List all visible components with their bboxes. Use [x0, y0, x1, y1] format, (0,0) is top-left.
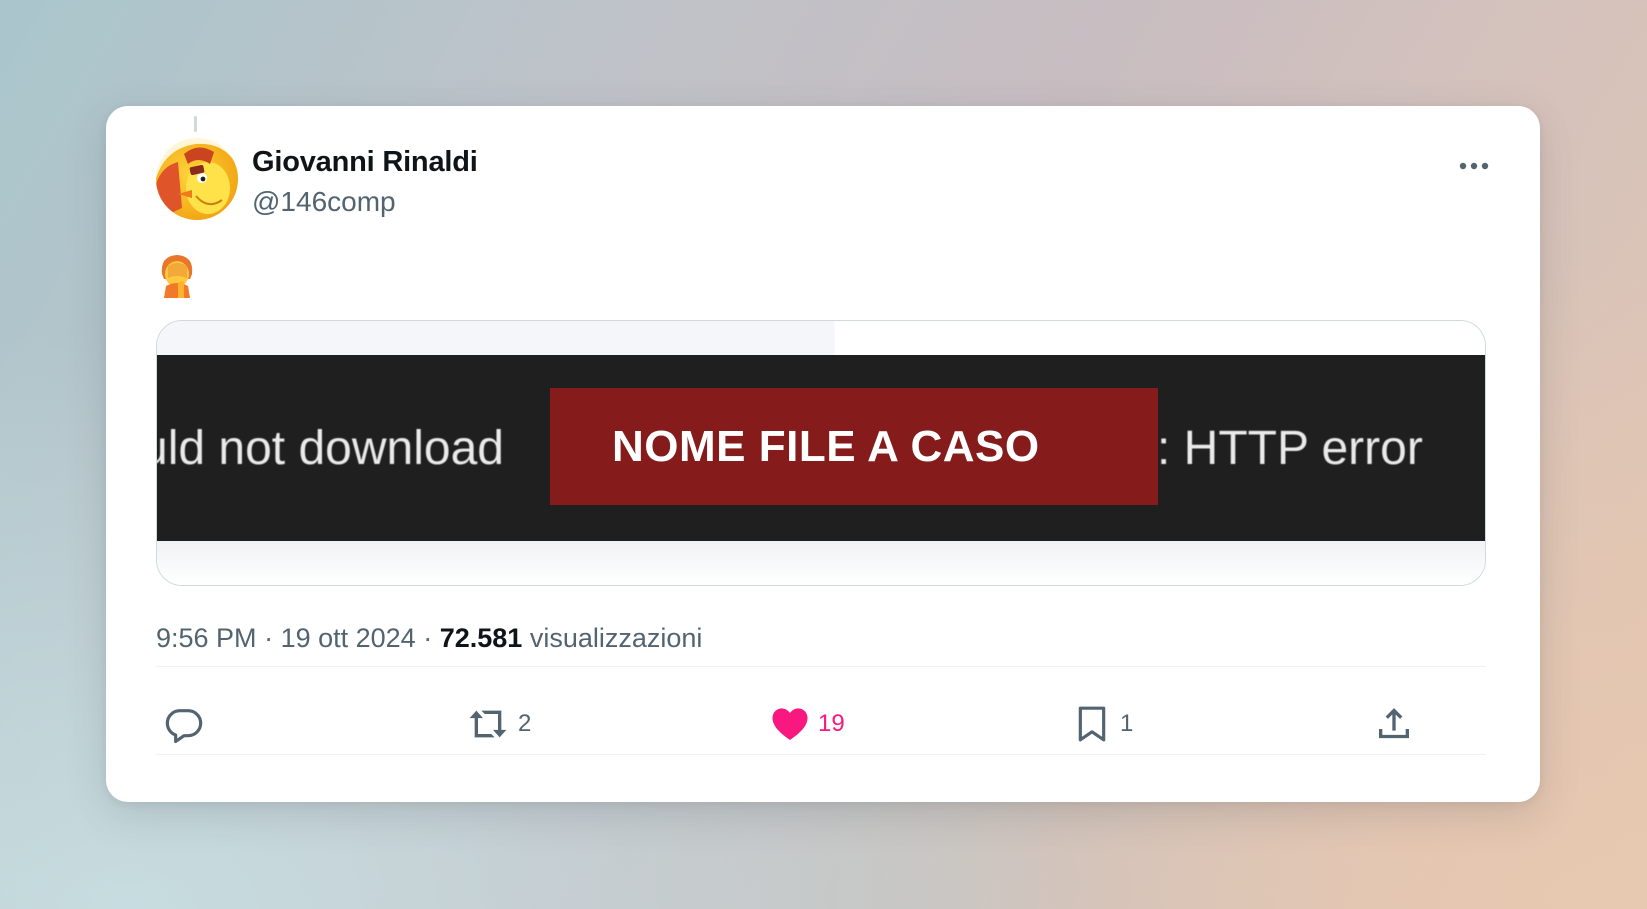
more-options-button[interactable]	[1454, 146, 1494, 186]
bookmark-count: 1	[1120, 710, 1134, 737]
heart-icon	[772, 708, 808, 740]
share-button[interactable]	[1374, 692, 1422, 756]
retweet-button[interactable]: 2	[466, 692, 531, 756]
action-bar: 2 19 1	[156, 692, 1486, 756]
tweet-card: Giovanni Rinaldi @146comp uld not downlo…	[106, 106, 1540, 802]
divider-top	[156, 666, 1486, 667]
more-dots-icon	[1459, 162, 1489, 170]
redacted-filename-box: NOME FILE A CASO	[550, 388, 1158, 505]
like-button[interactable]: 19	[770, 692, 845, 756]
tweet-body-emoji	[156, 252, 198, 298]
tweet-meta: 9:56 PM · 19 ott 2024 · 72.581 visualizz…	[156, 620, 702, 656]
meta-separator: ·	[264, 623, 281, 653]
views-count: 72.581	[439, 623, 523, 653]
retweet-icon	[469, 710, 507, 738]
facepalm-emoji-icon	[161, 255, 193, 298]
tweet-date[interactable]: 19 ott 2024	[281, 623, 416, 653]
display-name[interactable]: Giovanni Rinaldi	[252, 142, 478, 182]
avatar[interactable]	[156, 138, 238, 220]
user-handle[interactable]: @146comp	[252, 182, 478, 222]
thread-connector-line	[194, 116, 197, 132]
redacted-filename-label: NOME FILE A CASO	[612, 421, 1040, 471]
media-attachment[interactable]: uld not download NOME FILE A CASO : HTTP…	[156, 320, 1486, 586]
reply-button[interactable]	[164, 692, 212, 756]
views-label: visualizzazioni	[529, 623, 703, 653]
avatar-cartoon-bird-icon	[156, 138, 238, 220]
like-count: 19	[818, 710, 845, 737]
divider-bottom	[156, 754, 1486, 755]
error-message-bar: uld not download NOME FILE A CASO : HTTP…	[157, 355, 1485, 543]
error-text-left: uld not download	[157, 422, 504, 475]
media-bottom-strip	[157, 541, 1485, 585]
bookmark-button[interactable]: 1	[1072, 692, 1133, 756]
tweet-time[interactable]: 9:56 PM	[156, 623, 257, 653]
reply-icon	[165, 709, 203, 744]
retweet-count: 2	[518, 710, 532, 737]
error-text-right: : HTTP error	[1157, 422, 1423, 475]
meta-separator: ·	[423, 623, 440, 653]
share-icon	[1379, 708, 1409, 739]
media-top-strip	[157, 321, 1485, 355]
user-info: Giovanni Rinaldi @146comp	[252, 142, 478, 222]
bookmark-icon	[1078, 706, 1106, 742]
